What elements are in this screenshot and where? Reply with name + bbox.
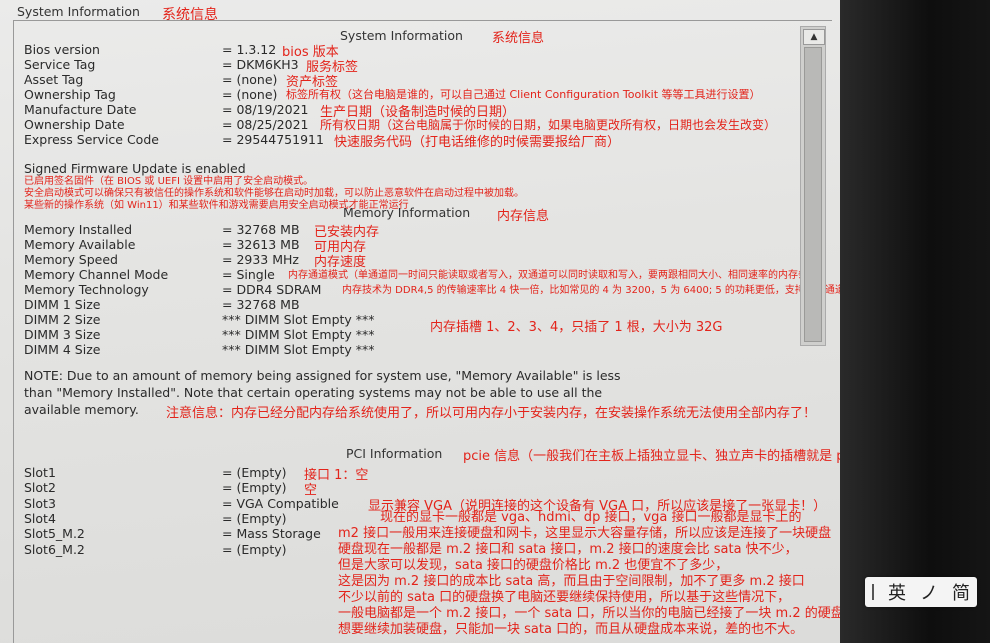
pci-row-label: Slot4 bbox=[24, 510, 56, 526]
pci-row-label: Slot3 bbox=[24, 495, 56, 511]
system-heading: System Information bbox=[340, 28, 463, 43]
memory-heading-annotation: 内存信息 bbox=[497, 209, 550, 224]
system-row-value: = (none) bbox=[222, 87, 278, 102]
system-row-value: = 08/25/2021 bbox=[222, 117, 309, 132]
system-row-value: = 29544751911 bbox=[222, 132, 324, 147]
pci-row-label: Slot2 bbox=[24, 480, 56, 496]
memory-row-label: DIMM 1 Size bbox=[24, 297, 101, 312]
ime-punctuation-toggle[interactable]: ノ bbox=[920, 579, 938, 605]
memory-row-annotation: 内存技术为 DDR4,5 的传输速率比 4 快一倍，比如常见的 4 为 3200… bbox=[342, 285, 845, 296]
pci-row-value: = (Empty) bbox=[222, 465, 287, 480]
memory-row-label: DIMM 3 Size bbox=[24, 327, 101, 342]
system-heading-annotation: 系统信息 bbox=[492, 31, 545, 46]
memory-row-label: Memory Available bbox=[24, 237, 136, 252]
scroll-thumb[interactable] bbox=[804, 47, 822, 342]
ime-handle[interactable] bbox=[872, 584, 874, 600]
system-row-value: = 08/19/2021 bbox=[222, 102, 309, 117]
window-title: System Information bbox=[17, 4, 140, 19]
dimm-annotation: 内存插槽 1、2、3、4，只插了 1 根，大小为 32G bbox=[430, 320, 723, 335]
pci-heading: PCI Information bbox=[346, 446, 443, 461]
memory-row-label: DIMM 4 Size bbox=[24, 342, 101, 357]
memory-row-label: Memory Channel Mode bbox=[24, 267, 169, 282]
memory-row-value: = DDR4 SDRAM bbox=[222, 282, 322, 297]
scrollbar[interactable]: ▲ bbox=[800, 26, 826, 346]
system-row-label: Ownership Tag bbox=[24, 87, 116, 102]
memory-note-annotation: 注意信息：内存已经分配内存给系统使用了，所以可用内存小于安装内存，在安装操作系统… bbox=[166, 406, 817, 421]
memory-row-value: = 32768 MB bbox=[222, 222, 300, 237]
memory-row-value: *** DIMM Slot Empty *** bbox=[222, 342, 375, 357]
system-row-annotation: 标签所有权（这台电脑是谁的，可以自己通过 Client Configuratio… bbox=[286, 88, 761, 101]
pci-row-value: = (Empty) bbox=[222, 541, 287, 557]
pci-row-label: Slot5_M.2 bbox=[24, 526, 85, 542]
system-row-label: Bios version bbox=[24, 42, 100, 57]
m2-note-7: 想要继续加装硬盘，只能加一块 sata 口的，而且从硬盘成本来说，差的也不大。 bbox=[338, 622, 804, 637]
memory-row-value: = 2933 MHz bbox=[222, 252, 299, 267]
memory-row-label: DIMM 2 Size bbox=[24, 312, 101, 327]
pci-row-label: Slot1 bbox=[24, 465, 56, 480]
pci-row-value: = VGA Compatible bbox=[222, 495, 339, 511]
ime-simplified-toggle[interactable]: 简 bbox=[952, 579, 970, 605]
ime-toolbar[interactable]: 英 ノ 简 bbox=[865, 577, 977, 607]
system-row-label: Asset Tag bbox=[24, 72, 84, 87]
system-row-value: = DKM6KH3 bbox=[222, 57, 299, 72]
ime-language-toggle[interactable]: 英 bbox=[888, 579, 906, 605]
system-row-label: Service Tag bbox=[24, 57, 96, 72]
pci-row-label: Slot6_M.2 bbox=[24, 541, 85, 557]
system-row-label: Express Service Code bbox=[24, 132, 159, 147]
memory-heading: Memory Information bbox=[343, 205, 471, 220]
pci-row-value: = Mass Storage bbox=[222, 526, 321, 542]
memory-row-label: Memory Technology bbox=[24, 282, 149, 297]
screen-bezel bbox=[840, 0, 990, 643]
pci-heading-annotation: pcie 信息（一般我们在主板上插独立显卡、独立声卡的插槽就是 pcie 的接口… bbox=[463, 449, 870, 464]
pci-row-value: = (Empty) bbox=[222, 480, 287, 496]
pci-row-value: = (Empty) bbox=[222, 510, 287, 526]
bios-screen: System Information 系统信息 System Informati… bbox=[0, 0, 870, 643]
memory-row-value: *** DIMM Slot Empty *** bbox=[222, 327, 375, 342]
system-row-annotation: 快速服务代码（打电话维修的时候需要报给厂商） bbox=[334, 135, 621, 150]
system-row-label: Manufacture Date bbox=[24, 102, 137, 117]
memory-row-value: *** DIMM Slot Empty *** bbox=[222, 312, 375, 327]
memory-row-value: = 32613 MB bbox=[222, 237, 300, 252]
system-row-value: = 1.3.12 bbox=[222, 42, 277, 57]
memory-note-line-3: available memory. bbox=[24, 402, 139, 417]
scroll-up-arrow-icon[interactable]: ▲ bbox=[803, 29, 825, 45]
memory-note-line-2: than "Memory Installed". Note that certa… bbox=[24, 385, 603, 400]
memory-row-annotation: 内存通道模式（单通道同一时间只能读取或者写入，双通道可以同时读取和写入，要两跟相… bbox=[288, 270, 818, 281]
memory-row-value: = 32768 MB bbox=[222, 297, 300, 312]
memory-row-label: Memory Speed bbox=[24, 252, 118, 267]
system-row-value: = (none) bbox=[222, 72, 278, 87]
memory-note-line-1: NOTE: Due to an amount of memory being a… bbox=[24, 368, 621, 383]
system-row-label: Ownership Date bbox=[24, 117, 125, 132]
memory-row-label: Memory Installed bbox=[24, 222, 133, 237]
memory-row-value: = Single bbox=[222, 267, 275, 282]
